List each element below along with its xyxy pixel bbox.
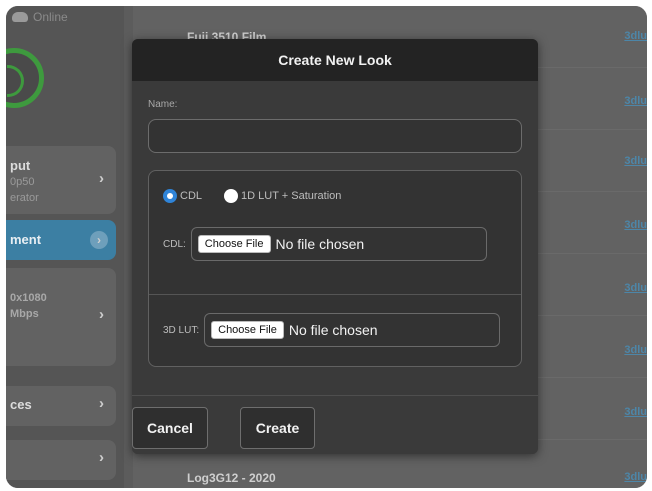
cloud-icon (12, 12, 28, 22)
sidebar-item-sub: Mbps (10, 308, 39, 320)
app-window: Online put 0p50 erator › ment › 0x1080 M… (6, 6, 647, 488)
cdl-file-status: No file chosen (275, 236, 365, 252)
create-button[interactable]: Create (240, 407, 315, 449)
radio-1d-lut-label[interactable]: 1D LUT + Saturation (241, 190, 341, 202)
lut3d-choose-file-button[interactable]: Choose File (211, 321, 284, 339)
radio-cdl[interactable] (163, 189, 177, 203)
look-file-link[interactable]: 3dlu (624, 155, 647, 167)
chevron-right-icon: › (90, 231, 108, 249)
look-file-link[interactable]: 3dlu (624, 471, 647, 483)
chevron-right-icon: › (99, 449, 104, 466)
chevron-right-icon: › (99, 306, 104, 323)
name-label: Name: (148, 99, 178, 110)
sidebar-item-devices[interactable]: ces › (6, 386, 116, 426)
sidebar: Online put 0p50 erator › ment › 0x1080 M… (6, 6, 124, 488)
panel-divider (149, 294, 521, 295)
lut3d-label: 3D LUT: (163, 324, 200, 336)
dialog-title: Create New Look (132, 39, 538, 81)
look-type-radio-group: CDL 1D LUT + Saturation (163, 189, 341, 203)
sidebar-item-label: ces (10, 397, 32, 412)
connection-status-label: Online (33, 10, 68, 24)
cdl-label: CDL: (163, 238, 186, 250)
sidebar-item-sub: erator (10, 192, 39, 204)
create-look-dialog: Create New Look Name: CDL 1D LUT + Satur… (132, 39, 538, 454)
radio-1d-lut[interactable] (224, 189, 239, 203)
look-file-link[interactable]: 3dlu (624, 219, 647, 231)
radio-cdl-label[interactable]: CDL (180, 190, 202, 202)
look-file-link[interactable]: 3dlu (624, 282, 647, 294)
chevron-right-icon: › (99, 170, 104, 187)
lut3d-file-status: No file chosen (288, 322, 378, 338)
sidebar-item-sub: 0p50 (10, 176, 35, 188)
look-file-link[interactable]: 3dlu (624, 406, 647, 418)
look-name: Log3G12 - 2020 (187, 471, 276, 485)
chevron-right-icon: › (99, 395, 104, 412)
sidebar-item-label: ment (10, 232, 42, 247)
cdl-file-row: CDL: Choose File No file chosen (163, 227, 487, 261)
sidebar-item-more[interactable]: › (6, 440, 116, 480)
connection-status: Online (12, 10, 68, 24)
signal-logo-icon (6, 48, 44, 108)
dialog-footer: Cancel Create (132, 395, 538, 454)
name-input[interactable] (148, 119, 522, 153)
sidebar-item-resolution[interactable]: 0x1080 Mbps › (6, 268, 116, 366)
sidebar-item-output[interactable]: put 0p50 erator › (6, 146, 116, 214)
look-file-link[interactable]: 3dlu (624, 95, 647, 107)
cdl-choose-file-button[interactable]: Choose File (197, 235, 271, 253)
look-source-panel: CDL 1D LUT + Saturation CDL: Choose File… (148, 170, 522, 367)
sidebar-item-adjustment[interactable]: ment › (6, 220, 116, 260)
lut3d-file-input[interactable]: Choose File No file chosen (204, 313, 501, 347)
sidebar-item-label: 0x1080 (10, 292, 47, 304)
cdl-file-input[interactable]: Choose File No file chosen (190, 227, 487, 261)
sidebar-item-label: put (10, 158, 31, 173)
lut3d-file-row: 3D LUT: Choose File No file chosen (163, 313, 501, 347)
look-file-link[interactable]: 3dlu (624, 30, 647, 42)
look-file-link[interactable]: 3dlu (624, 344, 647, 356)
cancel-button[interactable]: Cancel (132, 407, 208, 449)
